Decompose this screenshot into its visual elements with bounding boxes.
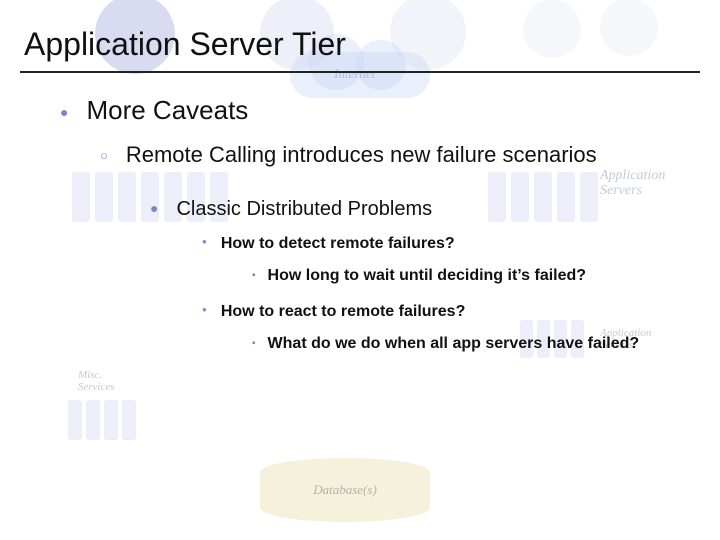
bullet-level-2: Remote Calling introduces new failure sc… (100, 142, 720, 168)
bullet-text: How to detect remote failures? (221, 235, 455, 252)
bullet-level-1: More Caveats (60, 95, 720, 126)
title-underline (20, 71, 700, 73)
bullet-text: Remote Calling introduces new failure sc… (126, 142, 597, 167)
bullet-text: Classic Distributed Problems (176, 198, 432, 220)
bullet-level-4: How to detect remote failures? (202, 235, 720, 253)
slide-content: Application Server Tier More Caveats Rem… (0, 0, 720, 540)
slide-title: Application Server Tier (0, 0, 720, 63)
bullet-text: How to react to remote failures? (221, 303, 466, 320)
bullet-text: How long to wait until deciding it’s fai… (268, 267, 587, 284)
bullet-level-5: How long to wait until deciding it’s fai… (252, 267, 720, 285)
bullet-text: What do we do when all app servers have … (268, 335, 640, 352)
bullet-text: More Caveats (86, 95, 248, 125)
bullet-level-3: Classic Distributed Problems (150, 198, 720, 221)
bullet-level-5: What do we do when all app servers have … (252, 335, 720, 353)
bullet-level-4: How to react to remote failures? (202, 303, 720, 321)
